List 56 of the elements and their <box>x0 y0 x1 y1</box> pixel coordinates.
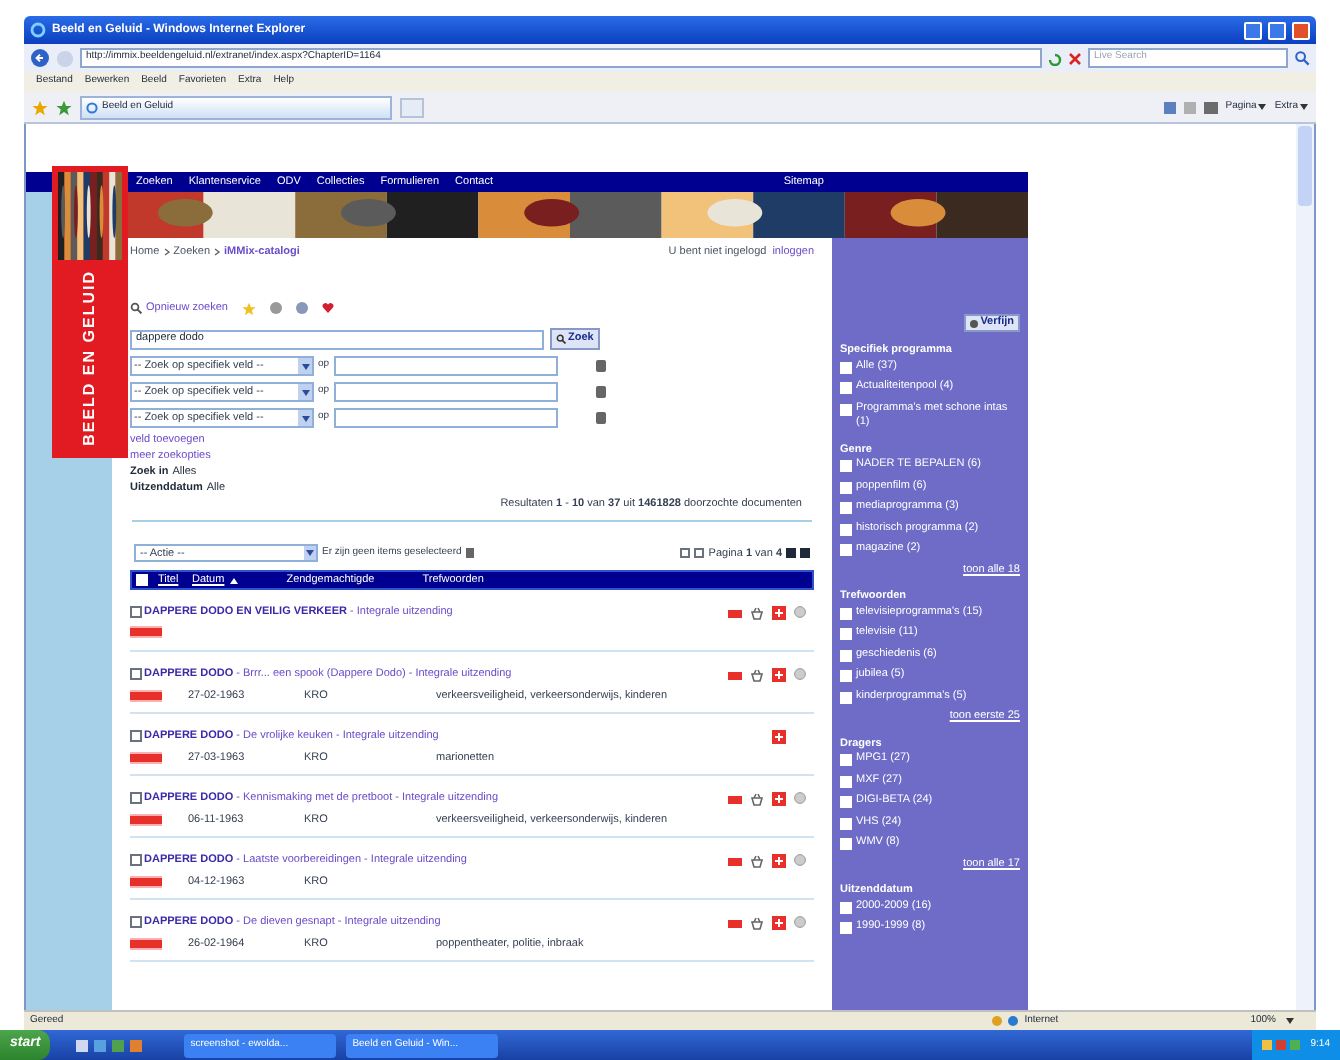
caret-icon <box>1300 104 1308 110</box>
favorites-star-icon[interactable] <box>32 99 48 115</box>
film-icon[interactable] <box>727 916 741 929</box>
heart-icon[interactable] <box>321 302 334 314</box>
star-icon[interactable] <box>241 301 256 315</box>
search-icon <box>556 334 566 344</box>
caret-icon <box>1258 104 1267 110</box>
refresh-icon[interactable] <box>1048 51 1062 65</box>
checkbox[interactable] <box>130 668 142 681</box>
plus-icon[interactable] <box>771 853 785 868</box>
basket-icon[interactable] <box>749 915 763 930</box>
basket-icon[interactable] <box>749 853 763 868</box>
dropdown-arrow-icon <box>298 384 312 400</box>
basket-icon[interactable] <box>749 791 763 806</box>
film-strip-icon <box>130 813 162 826</box>
back-icon[interactable] <box>30 48 50 68</box>
dropdown-arrow-icon <box>304 546 316 561</box>
film-icon[interactable] <box>727 606 741 619</box>
logo-text: BEELD EN GELUID <box>78 270 100 446</box>
chevron-icon <box>214 248 221 256</box>
film-strip-icon <box>130 937 162 950</box>
plus-icon[interactable] <box>771 791 785 806</box>
chevron-icon <box>163 248 170 256</box>
dropdown-arrow-icon <box>298 358 312 374</box>
film-strip-icon <box>130 625 162 637</box>
input-field[interactable] <box>333 356 558 376</box>
plus-icon[interactable] <box>771 605 785 620</box>
checkbox[interactable] <box>130 730 142 743</box>
film-icon[interactable] <box>727 792 741 805</box>
dropdown-arrow-icon <box>298 410 312 426</box>
basket-icon[interactable] <box>749 667 763 682</box>
basket-icon[interactable] <box>749 605 763 620</box>
search-icon[interactable] <box>1294 50 1310 66</box>
film-strip-icon <box>130 689 162 702</box>
stop-icon[interactable] <box>1068 51 1082 65</box>
film-strip-icon <box>130 751 162 764</box>
plus-icon[interactable] <box>771 915 785 930</box>
film-strip-icon <box>130 875 162 888</box>
film-icon[interactable] <box>727 668 741 681</box>
checkbox[interactable] <box>130 606 142 619</box>
close-icon[interactable] <box>1292 21 1310 39</box>
film-icon[interactable] <box>727 854 741 867</box>
add-favorite-icon[interactable] <box>56 99 72 115</box>
caret-icon <box>1286 1018 1294 1024</box>
input-field[interactable] <box>333 408 558 428</box>
sort-arrow-icon <box>230 577 239 584</box>
browser-icon <box>30 22 46 38</box>
scrollbar[interactable] <box>1296 124 1314 1010</box>
page-icon <box>86 101 98 113</box>
checkbox[interactable] <box>130 916 142 929</box>
plus-icon[interactable] <box>771 667 785 682</box>
search-icon <box>130 302 142 314</box>
input-field[interactable] <box>333 382 558 402</box>
plus-icon[interactable] <box>771 729 785 744</box>
checkbox[interactable] <box>130 854 142 867</box>
checkbox[interactable] <box>130 792 142 805</box>
